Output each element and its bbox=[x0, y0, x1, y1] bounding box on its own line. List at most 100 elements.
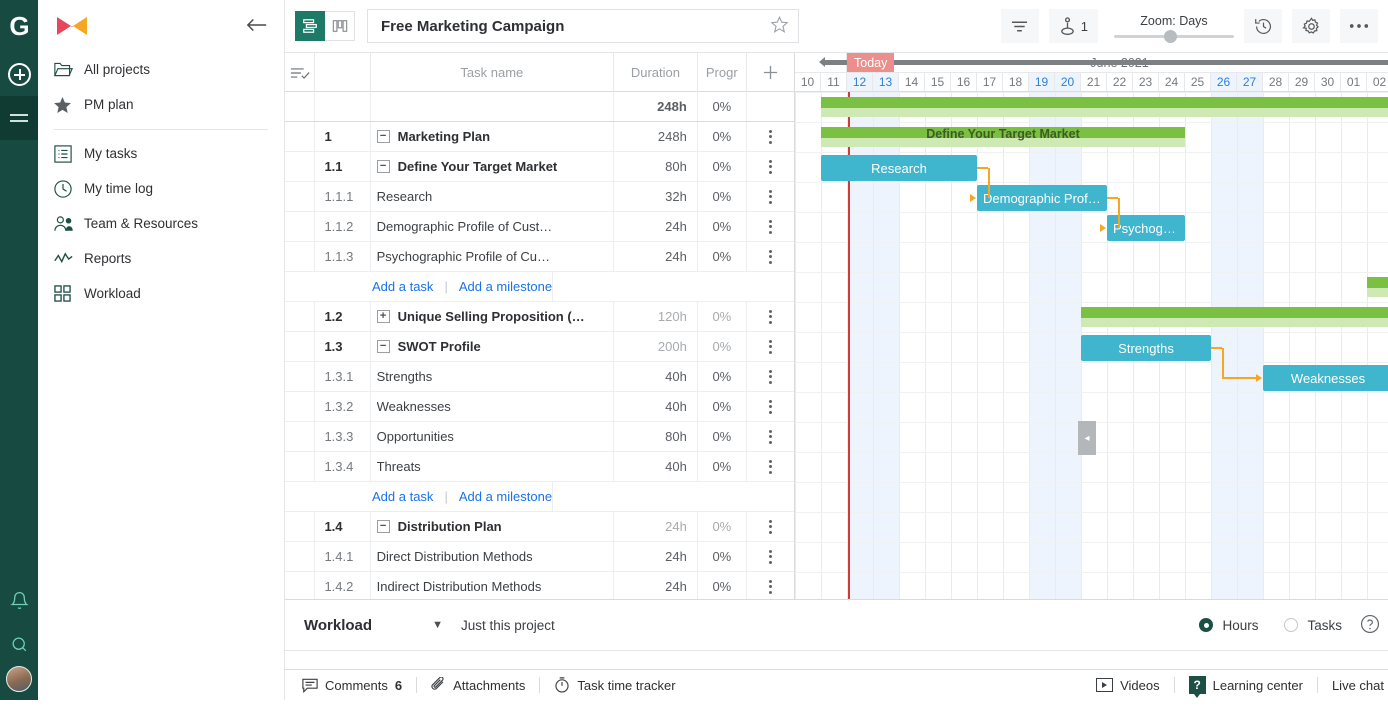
gantt-task-bar[interactable]: Strengths bbox=[1081, 335, 1211, 361]
collapse-sidebar-button[interactable] bbox=[246, 17, 268, 36]
row-menu-button[interactable] bbox=[747, 362, 794, 391]
row-duration[interactable]: 24h bbox=[614, 212, 698, 241]
row-checkbox[interactable] bbox=[285, 572, 316, 601]
user-avatar[interactable] bbox=[6, 666, 32, 692]
row-progress[interactable]: 0% bbox=[698, 392, 747, 421]
row-checkbox[interactable] bbox=[285, 362, 316, 391]
timeline-day[interactable]: 20 bbox=[1055, 73, 1081, 91]
table-row[interactable]: 1.3.3 Opportunities 80h 0% bbox=[285, 422, 794, 452]
gantt-summary-bar[interactable] bbox=[1081, 307, 1388, 327]
row-menu-button[interactable] bbox=[747, 332, 794, 361]
gantt-task-bar[interactable]: Demographic Profile … bbox=[977, 185, 1107, 211]
table-row[interactable]: 1.3.1 Strengths 40h 0% bbox=[285, 362, 794, 392]
row-checkbox[interactable] bbox=[285, 302, 316, 331]
timeline-day[interactable]: 23 bbox=[1133, 73, 1159, 91]
col-header-wbs[interactable] bbox=[315, 53, 371, 92]
history-button[interactable] bbox=[1244, 9, 1282, 43]
add-task-link[interactable]: Add a task bbox=[372, 489, 433, 504]
menu-button[interactable] bbox=[0, 96, 38, 140]
timeline-day[interactable]: 19 bbox=[1029, 73, 1055, 91]
row-progress[interactable]: 0% bbox=[698, 152, 747, 181]
gantt-task-bar[interactable]: Weaknesses bbox=[1263, 365, 1388, 391]
row-duration[interactable]: 24h bbox=[614, 542, 698, 571]
task-time-tracker-button[interactable]: Task time tracker bbox=[554, 677, 676, 693]
sidebar-item-pm-plan[interactable]: PM plan bbox=[38, 87, 284, 122]
row-progress[interactable]: 0% bbox=[698, 212, 747, 241]
zoom-thumb[interactable] bbox=[1164, 30, 1178, 43]
row-checkbox[interactable] bbox=[285, 122, 316, 151]
timeline-day[interactable]: 26 bbox=[1211, 73, 1237, 91]
row-menu-button[interactable] bbox=[747, 422, 794, 451]
timeline-day[interactable]: 01 bbox=[1341, 73, 1367, 91]
table-row[interactable]: 1.2 + Unique Selling Proposition (… 120h 0% bbox=[285, 302, 794, 332]
row-checkbox[interactable] bbox=[285, 212, 316, 241]
row-task-name[interactable]: Threats bbox=[371, 452, 615, 481]
notifications-button[interactable] bbox=[0, 578, 38, 622]
row-progress[interactable]: 0% bbox=[698, 362, 747, 391]
row-duration[interactable]: 24h bbox=[614, 512, 698, 541]
col-header-task-name[interactable]: Task name bbox=[371, 53, 615, 92]
row-progress[interactable]: 0% bbox=[698, 302, 747, 331]
row-menu-button[interactable] bbox=[747, 512, 794, 541]
row-menu-button[interactable] bbox=[747, 302, 794, 331]
timeline-day[interactable]: 22 bbox=[1107, 73, 1133, 91]
row-checkbox[interactable] bbox=[285, 242, 316, 271]
sidebar-item-my-time-log[interactable]: My time log bbox=[38, 171, 284, 206]
zoom-track[interactable] bbox=[1114, 30, 1234, 43]
row-task-name[interactable]: Research bbox=[371, 182, 615, 211]
timeline-day[interactable]: 14 bbox=[899, 73, 925, 91]
table-row[interactable]: 1.1− Define Your Target Market 80h 0% bbox=[285, 152, 794, 182]
row-task-name[interactable]: Psychographic Profile of Cu… bbox=[371, 242, 615, 271]
add-milestone-link[interactable]: Add a milestone bbox=[459, 489, 552, 504]
row-menu-button[interactable] bbox=[747, 152, 794, 181]
row-toggle-icon[interactable]: − bbox=[376, 340, 390, 353]
timeline-day[interactable]: 30 bbox=[1315, 73, 1341, 91]
timeline-day[interactable]: 11 bbox=[821, 73, 847, 91]
table-row[interactable]: 1.3.2 Weaknesses 40h 0% bbox=[285, 392, 794, 422]
row-task-name[interactable]: Demographic Profile of Cust… bbox=[371, 212, 615, 241]
row-toggle-icon[interactable]: + bbox=[376, 310, 390, 323]
more-options-button[interactable] bbox=[1340, 9, 1378, 43]
timeline-day[interactable]: 10 bbox=[795, 73, 821, 91]
table-row[interactable]: 1.3− SWOT Profile 200h 0% bbox=[285, 332, 794, 362]
row-duration[interactable]: 80h bbox=[614, 422, 698, 451]
gantt-view-button[interactable] bbox=[295, 11, 325, 41]
timeline-day[interactable]: 24 bbox=[1159, 73, 1185, 91]
row-task-name[interactable]: − Marketing Plan bbox=[371, 122, 615, 151]
table-row[interactable]: 1.4.2 Indirect Distribution Methods 24h 0% bbox=[285, 572, 794, 602]
row-toggle-icon[interactable]: − bbox=[376, 160, 390, 173]
row-duration[interactable]: 32h bbox=[614, 182, 698, 211]
row-duration[interactable]: 200h bbox=[614, 332, 698, 361]
row-duration[interactable]: 24h bbox=[614, 242, 698, 271]
timeline-day[interactable]: 29 bbox=[1289, 73, 1315, 91]
videos-button[interactable]: Videos bbox=[1096, 678, 1160, 693]
project-title-field[interactable]: Free Marketing Campaign bbox=[367, 9, 799, 43]
timeline-day[interactable]: 25 bbox=[1185, 73, 1211, 91]
filter-button[interactable] bbox=[1000, 9, 1039, 43]
row-toggle-icon[interactable]: − bbox=[376, 130, 390, 143]
table-row[interactable]: 1.4.1 Direct Distribution Methods 24h 0% bbox=[285, 542, 794, 572]
timeline-day[interactable]: 13 bbox=[873, 73, 899, 91]
row-duration[interactable]: 24h bbox=[614, 572, 698, 601]
table-row[interactable]: 1.1.2 Demographic Profile of Cust… 24h 0% bbox=[285, 212, 794, 242]
row-checkbox[interactable] bbox=[285, 182, 316, 211]
row-progress[interactable]: 0% bbox=[698, 512, 747, 541]
workload-scope-label[interactable]: Just this project bbox=[461, 618, 555, 633]
sidebar-item-all-projects[interactable]: All projects bbox=[38, 52, 284, 87]
radio-tasks[interactable]: Tasks bbox=[1284, 618, 1342, 633]
row-menu-button[interactable] bbox=[747, 122, 794, 151]
row-task-name[interactable]: − Distribution Plan bbox=[371, 512, 615, 541]
table-row[interactable]: 1.1.3 Psychographic Profile of Cu… 24h 0% bbox=[285, 242, 794, 272]
row-menu-button[interactable] bbox=[747, 392, 794, 421]
row-task-name[interactable]: Indirect Distribution Methods bbox=[371, 572, 615, 601]
timeline-day[interactable]: 17 bbox=[977, 73, 1003, 91]
row-task-name[interactable]: + Unique Selling Proposition (… bbox=[371, 302, 615, 331]
sidebar-item-my-tasks[interactable]: My tasks bbox=[38, 136, 284, 171]
add-task-link[interactable]: Add a task bbox=[372, 279, 433, 294]
row-checkbox[interactable] bbox=[285, 542, 316, 571]
favorite-star-icon[interactable] bbox=[770, 15, 789, 36]
row-duration[interactable]: 40h bbox=[614, 362, 698, 391]
row-progress[interactable]: 0% bbox=[698, 182, 747, 211]
sidebar-item-team-resources[interactable]: Team & Resources bbox=[38, 206, 284, 241]
timeline-day[interactable]: 12 bbox=[847, 73, 873, 91]
